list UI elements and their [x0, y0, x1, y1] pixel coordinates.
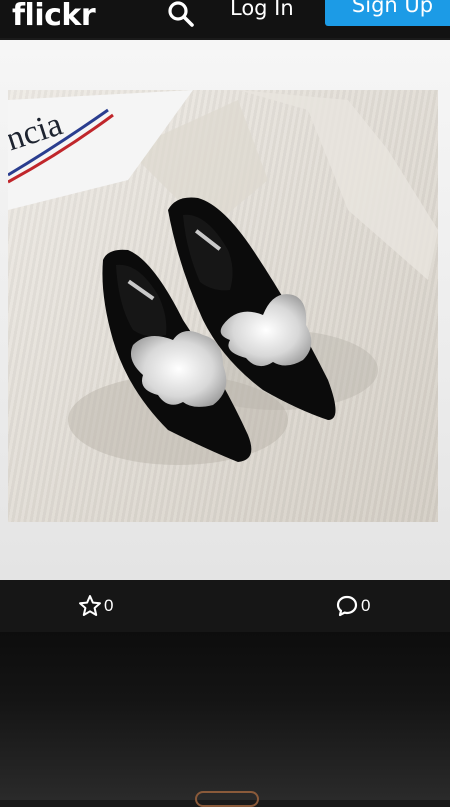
photo-illustration: ncia — [8, 90, 438, 522]
screen-bottom-area — [0, 632, 450, 800]
comments-count: 0 — [361, 596, 371, 615]
home-indicator[interactable] — [195, 791, 259, 807]
search-icon[interactable] — [166, 0, 196, 30]
top-navigation-bar: flickr Log In Sign Up — [0, 0, 450, 38]
flickr-logo[interactable]: flickr — [12, 0, 96, 33]
photo-image[interactable]: ncia — [8, 90, 438, 522]
comment-icon — [336, 595, 358, 617]
comment-button[interactable]: 0 — [335, 592, 370, 620]
signup-button[interactable]: Sign Up — [325, 0, 450, 26]
login-link[interactable]: Log In — [230, 0, 294, 20]
favorites-count: 0 — [104, 596, 114, 615]
favorite-button[interactable]: 0 — [78, 592, 113, 620]
star-icon — [79, 595, 101, 616]
photo-action-bar: 0 0 — [0, 580, 450, 632]
